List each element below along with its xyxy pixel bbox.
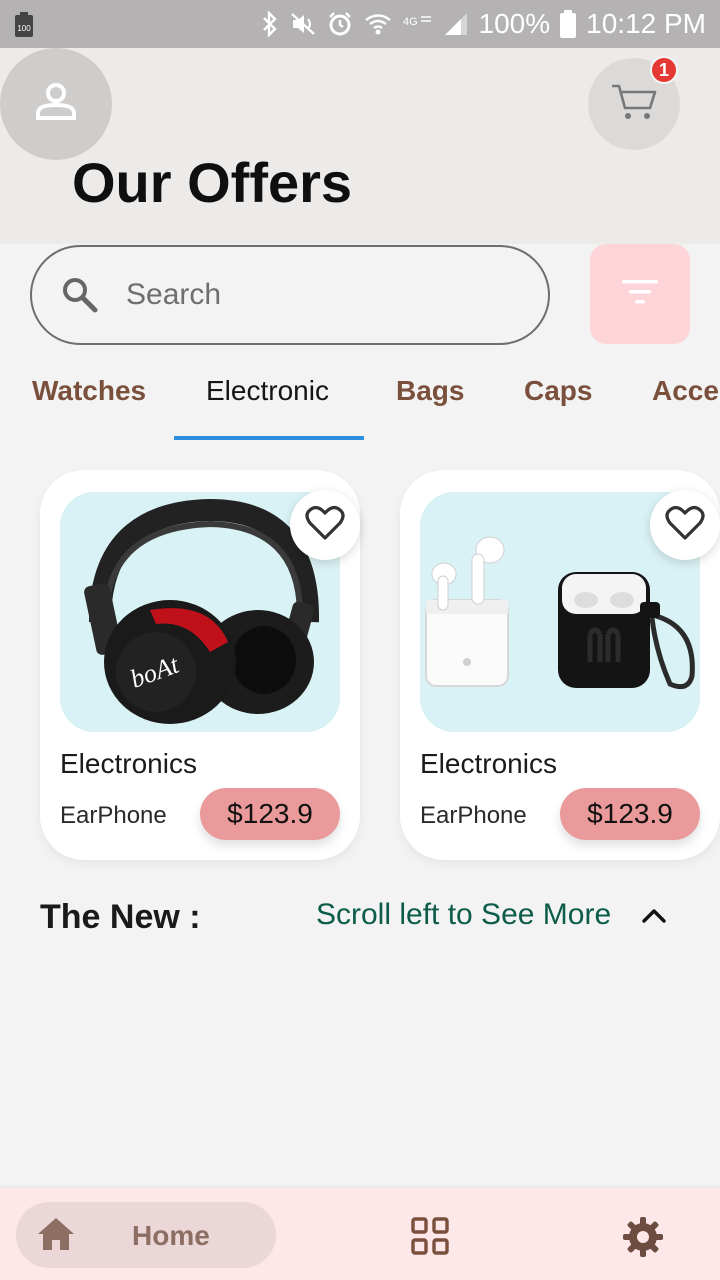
category-tabs: Watches Electronic Bags Caps Accessories <box>0 360 720 444</box>
product-card[interactable]: Electronics EarPhone $123.9 <box>400 470 720 860</box>
filter-icon <box>621 278 659 311</box>
section-title: The New : <box>40 898 201 936</box>
tab-accessories[interactable]: Accessories <box>652 375 720 407</box>
grid-icon[interactable] <box>410 1216 450 1261</box>
status-bar: 100 4G 100% 10:12 PM <box>0 0 720 48</box>
signal-icon <box>443 11 469 37</box>
page-title: Our Offers <box>72 151 353 214</box>
price-badge[interactable]: $123.9 <box>200 788 340 840</box>
cart-icon <box>610 82 658 127</box>
filter-button[interactable] <box>590 244 690 344</box>
heart-icon <box>305 505 345 546</box>
person-icon <box>34 80 78 129</box>
favorite-button[interactable] <box>290 490 360 560</box>
cart-count-badge: 1 <box>650 56 678 84</box>
favorite-button[interactable] <box>650 490 720 560</box>
wifi-icon <box>363 11 393 37</box>
nav-home-label: Home <box>132 1220 210 1251</box>
tab-electronic[interactable]: Electronic <box>206 375 329 407</box>
price-badge[interactable]: $123.9 <box>560 788 700 840</box>
search-bar[interactable] <box>30 245 550 345</box>
mute-icon <box>289 11 317 37</box>
chevron-up-icon[interactable] <box>640 902 668 935</box>
product-name: EarPhone <box>60 802 167 829</box>
tab-watches[interactable]: Watches <box>32 375 146 407</box>
tab-caps[interactable]: Caps <box>524 375 592 407</box>
product-category: Electronics <box>420 748 557 779</box>
product-name: EarPhone <box>420 802 527 829</box>
product-card[interactable]: boAt Electronics EarPhone $123.9 <box>40 470 360 860</box>
product-category: Electronics <box>60 748 197 779</box>
battery-percent: 100% <box>478 8 551 39</box>
heart-icon <box>665 505 705 546</box>
clock: 10:12 PM <box>586 8 706 39</box>
active-tab-indicator <box>174 436 364 440</box>
gear-icon[interactable] <box>622 1216 664 1263</box>
battery-level-text: 100 <box>17 24 31 33</box>
nav-home[interactable]: Home <box>16 1202 276 1268</box>
battery-saver-icon: 100 <box>14 12 34 43</box>
bluetooth-icon <box>261 11 279 37</box>
home-icon <box>36 1216 76 1257</box>
tab-bags[interactable]: Bags <box>396 375 464 407</box>
scroll-hint-link[interactable]: Scroll left to See More <box>316 898 611 932</box>
profile-button[interactable] <box>0 48 112 160</box>
search-icon <box>60 275 100 320</box>
svg-text:4G: 4G <box>403 16 418 28</box>
alarm-icon <box>327 11 353 37</box>
battery-icon <box>560 10 577 38</box>
bottom-navigation: Home <box>0 1188 720 1280</box>
volte-icon: 4G <box>403 11 433 37</box>
search-input[interactable] <box>126 269 526 321</box>
